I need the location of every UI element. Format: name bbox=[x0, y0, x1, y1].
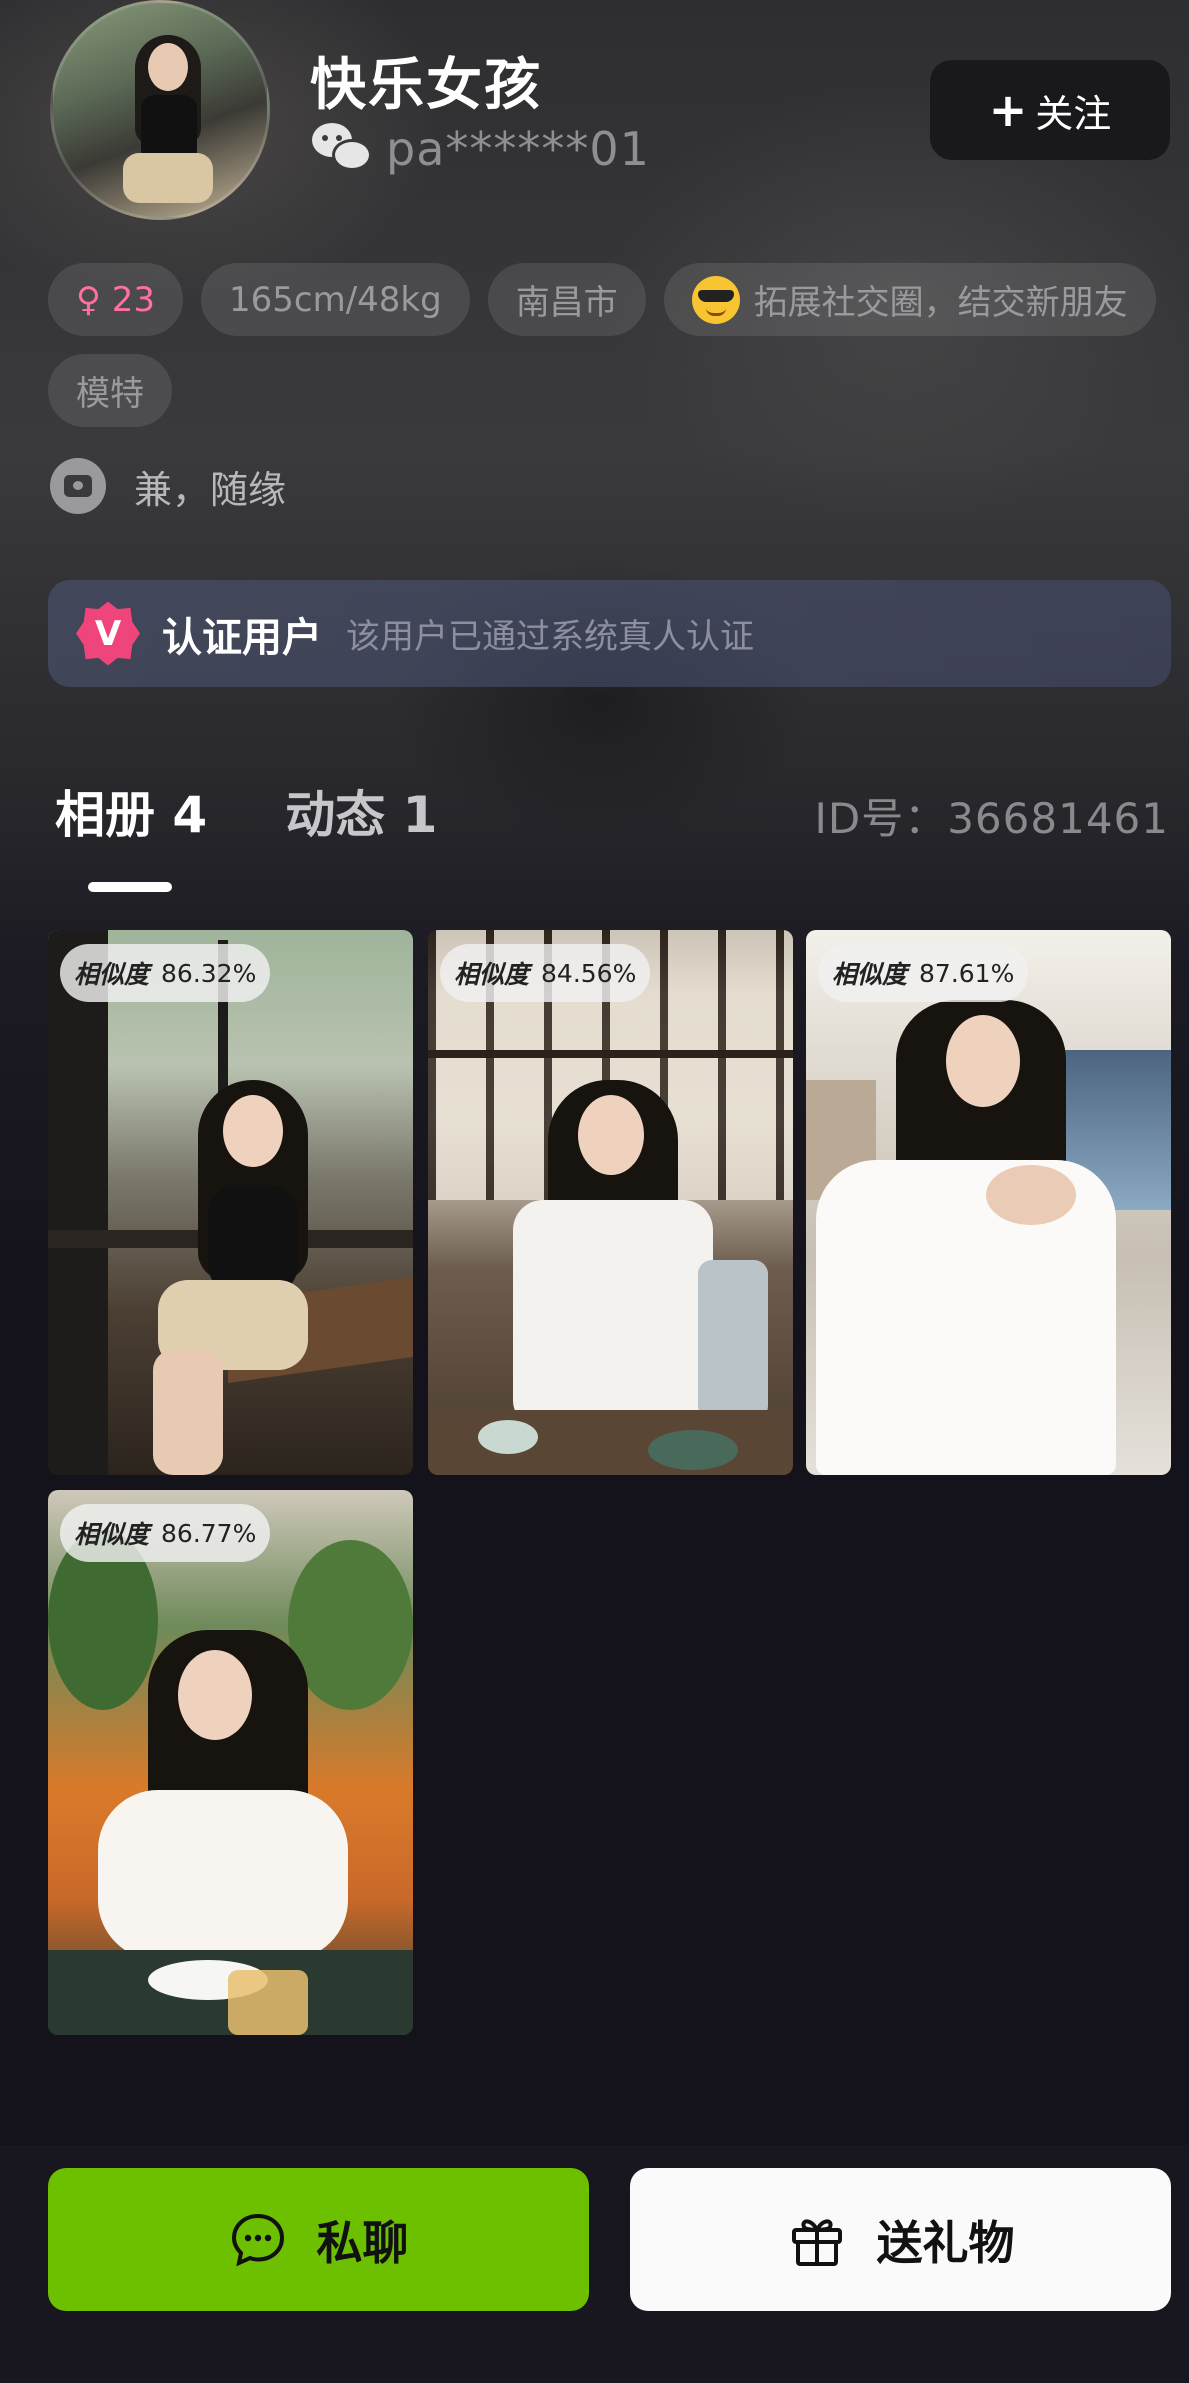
private-chat-button[interactable]: 私聊 bbox=[48, 2168, 589, 2311]
similarity-badge: 相似度 86.77% bbox=[60, 1504, 271, 1562]
wechat-icon bbox=[312, 123, 372, 175]
content-tabs: 相册 4 动态 1 bbox=[55, 775, 515, 847]
similarity-value: 87.61% bbox=[919, 958, 1015, 988]
wechat-row: pa******01 bbox=[312, 122, 650, 176]
signature-text: 兼，随缘 bbox=[134, 467, 287, 512]
similarity-badge: 相似度 87.61% bbox=[818, 944, 1029, 1002]
chat-bubble-icon bbox=[231, 2213, 284, 2266]
chat-heart-icon bbox=[50, 458, 106, 514]
similarity-badge: 相似度 84.56% bbox=[440, 944, 651, 1002]
tag-purpose-label: 拓展社交圈，结交新朋友 bbox=[753, 283, 1128, 323]
gift-icon bbox=[791, 2218, 842, 2266]
follow-button[interactable]: + 关注 bbox=[930, 60, 1170, 160]
tab-album[interactable]: 相册 4 bbox=[55, 775, 207, 847]
avatar[interactable] bbox=[50, 0, 270, 220]
album-photo[interactable]: 相似度 84.56% bbox=[428, 930, 793, 1475]
similarity-value: 86.77% bbox=[161, 1518, 257, 1548]
follow-label: 关注 bbox=[1035, 91, 1112, 136]
verification-banner: V 认证用户 该用户已通过系统真人认证 bbox=[48, 580, 1171, 687]
tag-purpose: 拓展社交圈，结交新朋友 bbox=[663, 263, 1156, 336]
album-photo[interactable]: 相似度 87.61% bbox=[806, 930, 1171, 1475]
similarity-value: 84.56% bbox=[541, 958, 637, 988]
sunglasses-emoji-icon bbox=[691, 275, 740, 324]
profile-tags: ♀ 23 165cm/48kg 南昌市 拓展社交圈，结交新朋友 模特 bbox=[48, 263, 1168, 427]
plus-icon: + bbox=[988, 83, 1028, 137]
signature: 兼，随缘 bbox=[50, 458, 286, 514]
album-photo[interactable]: 相似度 86.32% bbox=[48, 930, 413, 1475]
user-id: ID号：36681461 bbox=[814, 794, 1169, 843]
send-gift-label: 送礼物 bbox=[876, 2215, 1015, 2270]
send-gift-button[interactable]: 送礼物 bbox=[630, 2168, 1171, 2311]
tag-gender-age: ♀ 23 bbox=[48, 263, 183, 336]
verification-description: 该用户已通过系统真人认证 bbox=[346, 617, 754, 657]
similarity-value: 86.32% bbox=[161, 958, 257, 988]
tab-indicator bbox=[88, 882, 172, 892]
tab-moments[interactable]: 动态 1 bbox=[285, 775, 437, 847]
tag-job: 模特 bbox=[48, 354, 172, 427]
wechat-id: pa******01 bbox=[386, 122, 650, 176]
verification-title: 认证用户 bbox=[162, 614, 322, 661]
album-photo[interactable]: 相似度 86.77% bbox=[48, 1490, 413, 2035]
tag-city: 南昌市 bbox=[487, 263, 646, 336]
similarity-badge: 相似度 86.32% bbox=[60, 944, 271, 1002]
profile-name: 快乐女孩 bbox=[310, 53, 542, 118]
private-chat-label: 私聊 bbox=[316, 2215, 409, 2270]
verified-badge-icon: V bbox=[76, 601, 140, 666]
tag-body: 165cm/48kg bbox=[200, 263, 470, 336]
